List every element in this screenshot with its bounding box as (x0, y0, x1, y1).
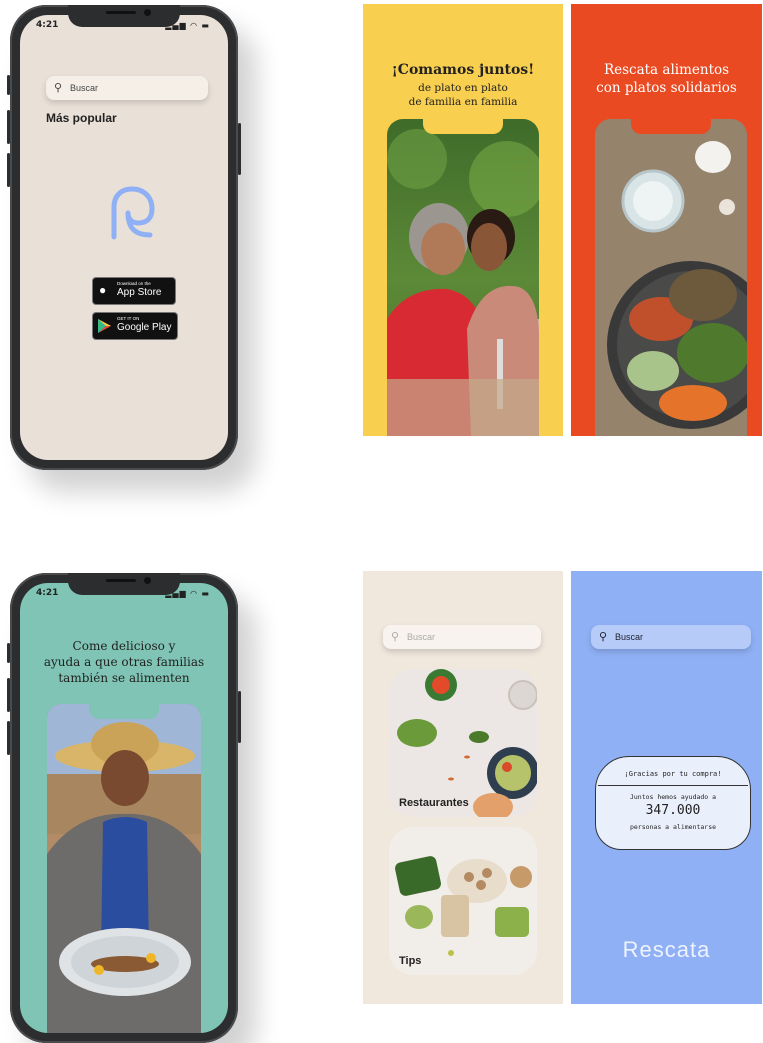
promo-title: Come delicioso y (72, 639, 176, 653)
category-label: Tips (399, 955, 422, 967)
status-bar: 4:21 ▂▄▆ ◠ ▬ (30, 20, 210, 34)
receipt-divider (598, 785, 748, 786)
status-time: 4:21 (36, 588, 59, 598)
search-icon: ⚲ (54, 81, 63, 94)
tips-image (389, 827, 537, 975)
promo-subtitle-1: ayuda a que otras familias (43, 655, 205, 669)
signal-wifi-battery-icon: ▂▄▆ ◠ ▬ (165, 589, 210, 598)
category-card-restaurants[interactable]: Restaurantes (389, 669, 537, 817)
search-icon: ⚲ (391, 630, 400, 643)
panel-subtitle: con platos solidarios (596, 80, 737, 96)
app-store-label: App Store (117, 287, 162, 298)
power-button (238, 123, 241, 175)
category-label: Restaurantes (399, 797, 469, 809)
search-input[interactable]: ⚲ Buscar (383, 625, 541, 649)
volume-down-button (7, 153, 10, 187)
panel-subtitle-2: de familia en familia (408, 96, 518, 108)
thanks-receipt-card: ¡Gracias por tu compra! Juntos hemos ayu… (595, 756, 751, 850)
apple-icon: ● (99, 283, 107, 297)
promo-subtitle-2: también se alimenten (58, 671, 190, 685)
search-input[interactable]: ⚲ Buscar (46, 76, 208, 100)
mute-switch (7, 643, 10, 663)
restaurants-image (389, 669, 537, 817)
google-play-button[interactable]: GET IT ON Google Play (92, 312, 178, 340)
search-panel-categories: ⚲ Buscar Restaurantes Tips (363, 571, 563, 1004)
thanks-panel: ⚲ Buscar ¡Gracias por tu compra! Juntos … (571, 571, 762, 1004)
status-time: 4:21 (36, 20, 59, 30)
rescata-logo-icon (111, 186, 155, 240)
search-icon: ⚲ (599, 630, 608, 643)
google-play-icon (98, 319, 111, 333)
phone-mockup-home: 4:21 ▂▄▆ ◠ ▬ ⚲ Buscar Más popular ● Down… (7, 5, 241, 470)
family-photo (387, 119, 539, 436)
promo-panel-family: ¡Comamos juntos! de plato en plato de fa… (363, 4, 563, 436)
receipt-line: personas a alimentarse (629, 823, 717, 831)
panel-subtitle-1: de plato en plato (418, 82, 508, 94)
woman-plate-photo (47, 704, 201, 1033)
volume-up-button (7, 678, 10, 712)
salad-photo (595, 119, 747, 436)
search-placeholder: Buscar (407, 632, 436, 642)
rescata-wordmark: Rescata (622, 937, 711, 962)
google-play-small-label: GET IT ON (117, 316, 140, 321)
signal-wifi-battery-icon: ▂▄▆ ◠ ▬ (165, 21, 210, 30)
panel-title: ¡Comamos juntos! (391, 62, 535, 78)
phone-mockup-promo: 4:21 ▂▄▆ ◠ ▬ Come delicioso y ayuda a qu… (7, 573, 241, 1043)
phone-screen: 4:21 ▂▄▆ ◠ ▬ Come delicioso y ayuda a qu… (20, 583, 228, 1033)
status-bar: 4:21 ▂▄▆ ◠ ▬ (30, 588, 210, 602)
phone-screen: 4:21 ▂▄▆ ◠ ▬ ⚲ Buscar Más popular ● Down… (20, 15, 228, 460)
search-input[interactable]: ⚲ Buscar (591, 625, 751, 649)
panel-title: Rescata alimentos (603, 62, 730, 78)
app-store-small-label: Download on the (117, 281, 151, 286)
people-helped-count: 347.000 (645, 803, 701, 818)
category-card-tips[interactable]: Tips (389, 827, 537, 975)
volume-up-button (7, 110, 10, 144)
search-placeholder: Buscar (70, 83, 99, 93)
mute-switch (7, 75, 10, 95)
section-title: Más popular (46, 111, 117, 125)
volume-down-button (7, 721, 10, 755)
receipt-title: ¡Gracias por tu compra! (624, 770, 722, 778)
google-play-label: Google Play (117, 322, 172, 333)
search-placeholder: Buscar (615, 632, 644, 642)
power-button (238, 691, 241, 743)
app-store-button[interactable]: ● Download on the App Store (92, 277, 176, 305)
promo-panel-rescue: Rescata alimentos con platos solidarios (571, 4, 762, 436)
receipt-line: Juntos hemos ayudado a (629, 793, 717, 801)
